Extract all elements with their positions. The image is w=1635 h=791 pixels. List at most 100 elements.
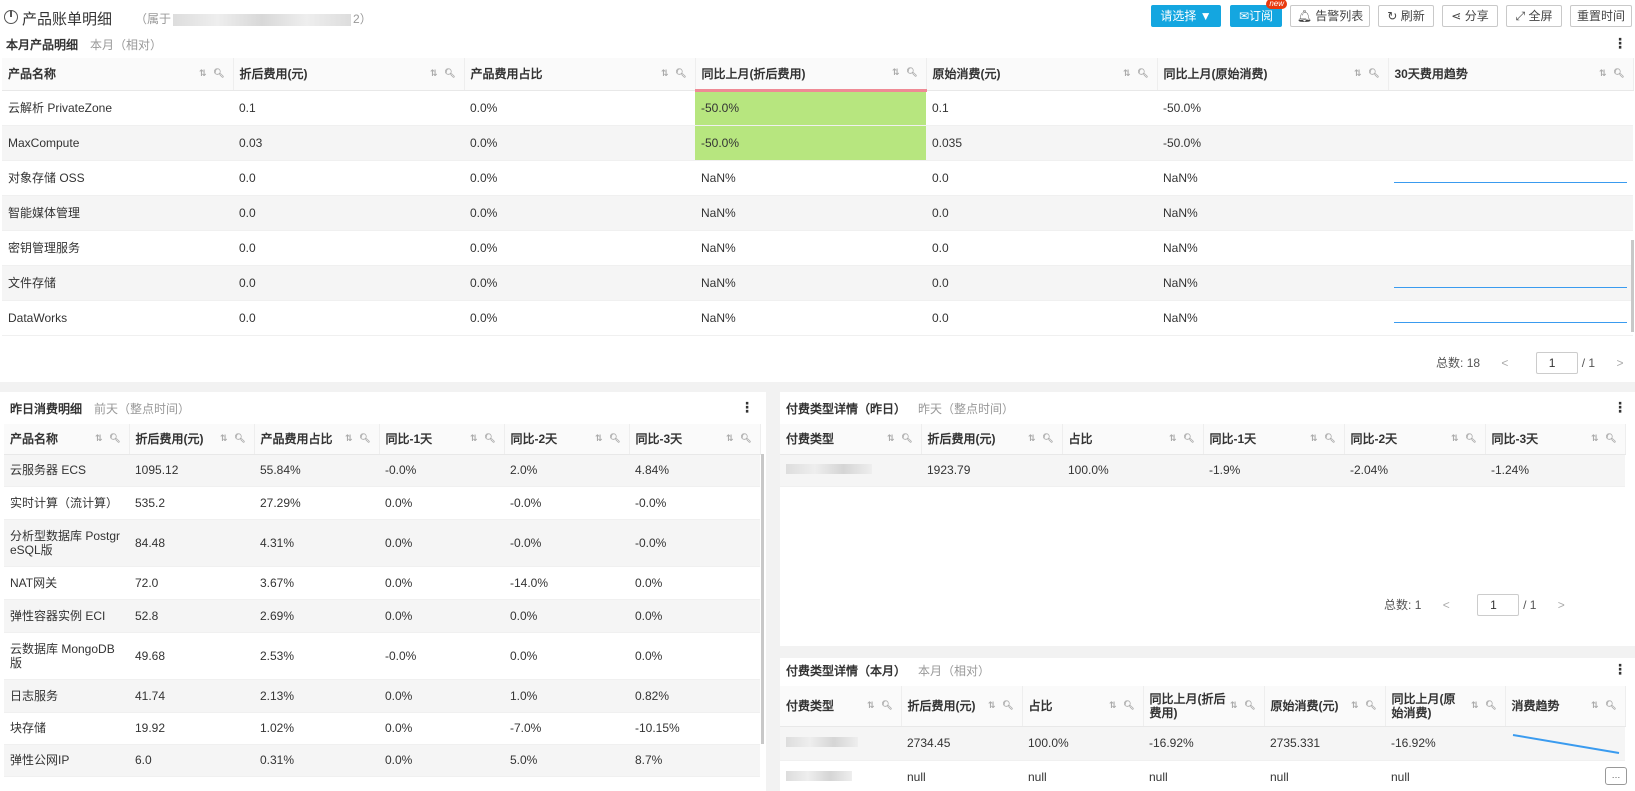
sort-filter-icon[interactable]: ⇅ 🔍︎ (595, 433, 622, 444)
next-page-button[interactable]: > (1616, 356, 1623, 370)
sort-filter-icon[interactable]: ⇅ 🔍︎ (430, 68, 457, 79)
page-input[interactable]: 1 (1535, 352, 1578, 374)
more-menu-icon[interactable]: ⋮ (1613, 36, 1627, 50)
table-row[interactable]: 云服务器 ECS 1095.12 55.84% -0.0% 2.0% 4.84% (4, 454, 760, 487)
total-count: 1 (1414, 598, 1422, 612)
col-header-d3[interactable]: 同比-3天 ⇅ 🔍︎ (1485, 424, 1626, 455)
prev-page-button[interactable]: < (1443, 598, 1450, 612)
sort-filter-icon[interactable]: ⇅ 🔍︎ (661, 68, 688, 79)
col-header-product[interactable]: 产品名称 ⇅ 🔍︎ (4, 424, 130, 455)
col-header-raw-mom[interactable]: 同比上月(原始消费) ⇅ 🔍︎ (1157, 58, 1389, 91)
col-header-raw[interactable]: 原始消费(元) ⇅ 🔍︎ (1264, 686, 1386, 727)
select-dropdown[interactable]: 请选择 ▼ (1151, 5, 1221, 27)
monthly-product-panel: 本月产品明细 本月（相对） ⋮ 产品名称 ⇅ 🔍︎ 折后费用(元) ⇅ 🔍︎ 产品费用… (0, 30, 1635, 382)
sort-filter-icon[interactable]: ⇅ 🔍︎ (1599, 68, 1626, 79)
table-row[interactable]: 2734.45 100.0% -16.92% 2735.331 -16.92% (780, 726, 1625, 761)
sort-filter-icon[interactable]: ⇅ 🔍︎ (95, 433, 122, 444)
fullscreen-label: 全屏 (1528, 9, 1553, 23)
sort-filter-icon[interactable]: ⇅ 🔍︎ (1123, 68, 1150, 79)
refresh-button[interactable]: ↻ 刷新 (1378, 5, 1434, 27)
col-header-mom[interactable]: 同比上月(折后费用) ⇅ 🔍︎ (695, 58, 927, 92)
product-name-cell: MaxCompute (2, 125, 233, 161)
d1-cell: -0.0% (379, 454, 504, 487)
col-header-raw-mom[interactable]: 同比上月(原始消费) ⇅ 🔍︎ (1385, 686, 1506, 727)
table-row[interactable]: 文件存储 0.0 0.0% NaN% 0.0 NaN% (2, 265, 1633, 301)
share-button[interactable]: ⋖ 分享 (1442, 5, 1498, 27)
col-header-share[interactable]: 占比 ⇅ 🔍︎ (1022, 686, 1144, 727)
sort-filter-icon[interactable]: ⇅ 🔍︎ (988, 700, 1015, 711)
col-header-trend[interactable]: 30天费用趋势 ⇅ 🔍︎ (1388, 58, 1634, 91)
table-row[interactable]: MaxCompute 0.03 0.0% -50.0% 0.035 -50.0% (2, 125, 1633, 161)
more-menu-icon[interactable]: ⋮ (1613, 400, 1627, 414)
sort-filter-icon[interactable]: ⇅ 🔍︎ (220, 433, 247, 444)
chat-icon[interactable]: … (1605, 767, 1627, 785)
sort-filter-icon[interactable]: ⇅ 🔍︎ (726, 433, 753, 444)
table-row[interactable]: null null null null null (780, 760, 1625, 791)
prev-page-button[interactable]: < (1501, 356, 1508, 370)
sort-filter-icon[interactable]: ⇅ 🔍︎ (1310, 433, 1337, 444)
table-row[interactable]: 云解析 PrivateZone 0.1 0.0% -50.0% 0.1 -50.0% (2, 90, 1633, 126)
col-header-label: 产品费用占比 (470, 67, 543, 82)
col-header-share[interactable]: 占比 ⇅ 🔍︎ (1062, 424, 1204, 455)
col-header-cost[interactable]: 折后费用(元) ⇅ 🔍︎ (901, 686, 1023, 727)
col-header-trend[interactable]: 消费趋势 ⇅ 🔍︎ (1505, 686, 1626, 727)
sort-filter-icon[interactable]: ⇅ 🔍︎ (1471, 700, 1498, 711)
sort-filter-icon[interactable]: ⇅ 🔍︎ (1354, 68, 1381, 79)
sort-filter-icon[interactable]: ⇅ 🔍︎ (199, 68, 226, 79)
table-row[interactable]: 实时计算（流计算） 535.2 27.29% 0.0% -0.0% -0.0% (4, 486, 760, 520)
col-header-d1[interactable]: 同比-1天 ⇅ 🔍︎ (1203, 424, 1345, 455)
more-menu-icon[interactable]: ⋮ (1613, 662, 1627, 676)
table-row[interactable]: 云数据库 MongoDB版 49.68 2.53% -0.0% 0.0% 0.0% (4, 632, 760, 680)
col-header-d3[interactable]: 同比-3天 ⇅ 🔍︎ (629, 424, 761, 455)
sort-filter-icon[interactable]: ⇅ 🔍︎ (1109, 700, 1136, 711)
col-header-share[interactable]: 产品费用占比 ⇅ 🔍︎ (254, 424, 380, 455)
sort-filter-icon[interactable]: ⇅ 🔍︎ (1169, 433, 1196, 444)
col-header-mom[interactable]: 同比上月(折后费用) ⇅ 🔍︎ (1143, 686, 1265, 727)
table-row[interactable]: 块存储 19.92 1.02% 0.0% -7.0% -10.15% (4, 712, 760, 745)
table-row[interactable]: 日志服务 41.74 2.13% 0.0% 1.0% 0.82% (4, 679, 760, 713)
fullscreen-button[interactable]: ⤢ 全屏 (1506, 5, 1562, 27)
sort-filter-icon[interactable]: ⇅ 🔍︎ (1230, 700, 1257, 711)
reset-time-button[interactable]: 重置时间 (1570, 5, 1632, 27)
col-header-product[interactable]: 产品名称 ⇅ 🔍︎ (2, 58, 234, 91)
col-header-cost[interactable]: 折后费用(元) ⇅ 🔍︎ (129, 424, 255, 455)
table-row[interactable]: 智能媒体管理 0.0 0.0% NaN% 0.0 NaN% (2, 195, 1633, 231)
owner-redacted (173, 13, 352, 26)
alerts-button[interactable]: 🔔︎ 告警列表 (1290, 5, 1370, 27)
table-row[interactable]: 分析型数据库 PostgreSQL版 84.48 4.31% 0.0% -0.0% -0.… (4, 519, 760, 567)
table-row[interactable]: 对象存储 OSS 0.0 0.0% NaN% 0.0 NaN% (2, 160, 1633, 196)
sort-filter-icon[interactable]: ⇅ 🔍︎ (887, 433, 914, 444)
col-header-raw[interactable]: 原始消费(元) ⇅ 🔍︎ (926, 58, 1158, 91)
col-header-d2[interactable]: 同比-2天 ⇅ 🔍︎ (504, 424, 630, 455)
more-menu-icon[interactable]: ⋮ (740, 400, 754, 414)
table-row[interactable]: 弹性公网IP 6.0 0.31% 0.0% 5.0% 8.7% (4, 744, 760, 777)
sort-filter-icon[interactable]: ⇅ 🔍︎ (1591, 700, 1618, 711)
col-header-d1[interactable]: 同比-1天 ⇅ 🔍︎ (379, 424, 505, 455)
col-header-paytype[interactable]: 付费类型 ⇅ 🔍︎ (780, 424, 922, 455)
sort-filter-icon[interactable]: ⇅ 🔍︎ (470, 433, 497, 444)
sort-filter-icon[interactable]: ⇅ 🔍︎ (1351, 700, 1378, 711)
sort-filter-icon[interactable]: ⇅ 🔍︎ (867, 700, 894, 711)
raw-mom-cell: NaN% (1157, 300, 1388, 336)
col-header-d2[interactable]: 同比-2天 ⇅ 🔍︎ (1344, 424, 1486, 455)
table-row[interactable]: 密钥管理服务 0.0 0.0% NaN% 0.0 NaN% (2, 230, 1633, 266)
table-scrollbar[interactable] (761, 454, 764, 744)
subscribe-button[interactable]: ✉订阅 new (1230, 0, 1287, 27)
table-scrollbar[interactable] (1631, 240, 1634, 332)
sort-filter-icon[interactable]: ⇅ 🔍︎ (892, 67, 919, 78)
cost-cell: 84.48 (129, 519, 254, 567)
sort-filter-icon[interactable]: ⇅ 🔍︎ (1591, 433, 1618, 444)
col-header-share[interactable]: 产品费用占比 ⇅ 🔍︎ (464, 58, 696, 91)
sort-filter-icon[interactable]: ⇅ 🔍︎ (1451, 433, 1478, 444)
sort-filter-icon[interactable]: ⇅ 🔍︎ (345, 433, 372, 444)
table-row[interactable]: 弹性容器实例 ECI 52.8 2.69% 0.0% 0.0% 0.0% (4, 599, 760, 633)
sort-filter-icon[interactable]: ⇅ 🔍︎ (1028, 433, 1055, 444)
table-row[interactable]: NAT网关 72.0 3.67% 0.0% -14.0% 0.0% (4, 566, 760, 600)
col-header-paytype[interactable]: 付费类型 ⇅ 🔍︎ (780, 686, 902, 727)
next-page-button[interactable]: > (1558, 598, 1565, 612)
table-row[interactable]: DataWorks 0.0 0.0% NaN% 0.0 NaN% (2, 300, 1633, 336)
col-header-cost[interactable]: 折后费用(元) ⇅ 🔍︎ (233, 58, 465, 91)
page-input[interactable]: 1 (1477, 594, 1520, 616)
col-header-cost[interactable]: 折后费用(元) ⇅ 🔍︎ (921, 424, 1063, 455)
table-row[interactable]: 1923.79 100.0% -1.9% -2.04% -1.24% (780, 454, 1625, 487)
